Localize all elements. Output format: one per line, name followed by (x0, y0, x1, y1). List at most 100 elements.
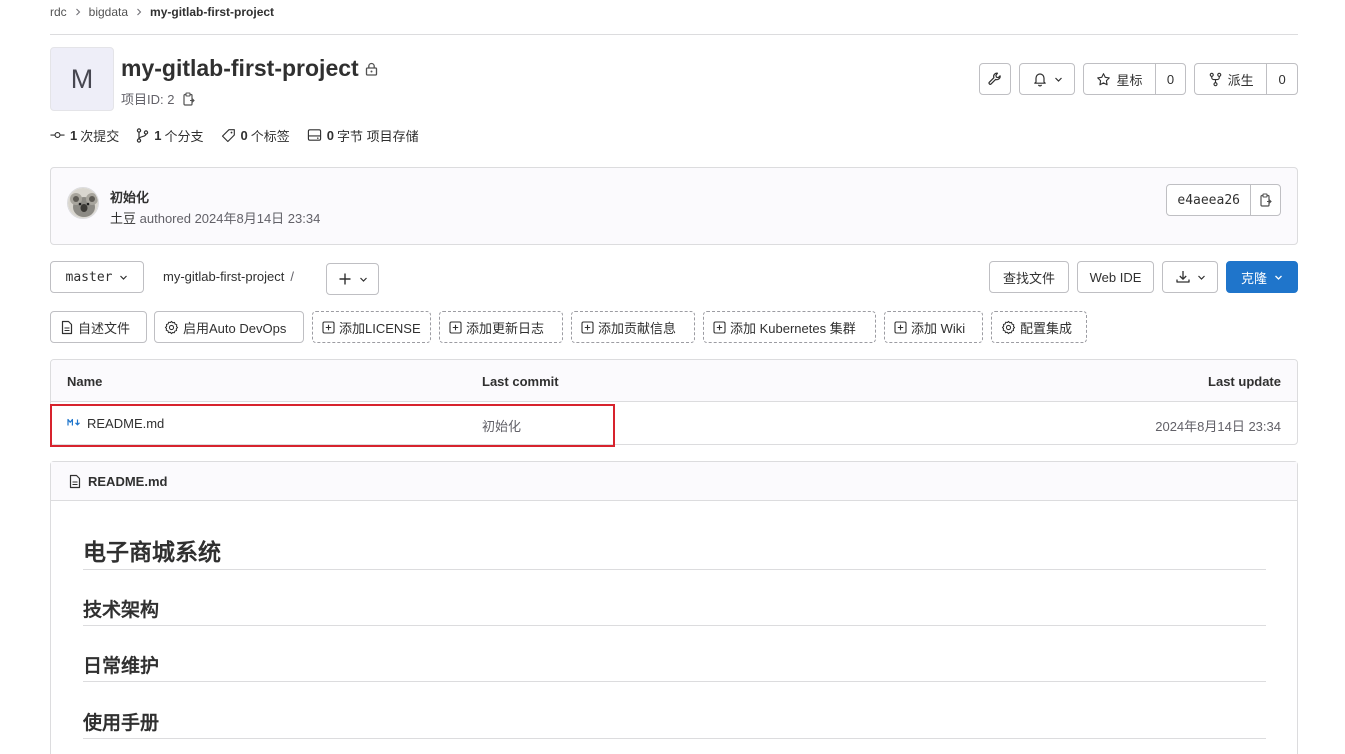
download-icon (1175, 269, 1191, 285)
commit-message[interactable]: 初始化 (110, 187, 149, 206)
copy-icon (1259, 193, 1272, 207)
readme-heading-3: 日常维护 (83, 651, 1266, 682)
table-row[interactable]: README.md 初始化 2024年8月14日 23:34 (51, 402, 1297, 444)
stat-tags[interactable]: 0 个标签 (221, 126, 290, 145)
commit-icon (50, 128, 70, 142)
fork-count[interactable]: 0 (1266, 64, 1297, 94)
file-icon (68, 474, 88, 489)
file-icon (60, 320, 78, 335)
readme-panel: README.md 电子商城系统 技术架构 日常维护 使用手册 (50, 461, 1298, 754)
chevron-down-icon (359, 275, 368, 284)
fork-icon (1208, 72, 1223, 87)
divider (50, 34, 1298, 35)
file-last-update: 2024年8月14日 23:34 (1155, 419, 1281, 434)
find-file-button[interactable]: 查找文件 (989, 261, 1069, 293)
project-id: 项目ID: 2 (121, 92, 175, 107)
readme-header: README.md (51, 462, 1297, 501)
web-ide-button[interactable]: Web IDE (1077, 261, 1154, 293)
plus-square-icon (322, 320, 339, 334)
clone-dropdown-button[interactable]: 克隆 (1226, 261, 1298, 293)
bell-icon (1032, 71, 1048, 87)
add-readme-button[interactable]: 自述文件 (50, 311, 147, 343)
lock-icon (365, 62, 378, 76)
project-title[interactable]: my-gitlab-first-project (121, 55, 359, 82)
project-title-row: my-gitlab-first-project (121, 55, 378, 82)
branch-icon (136, 127, 154, 143)
stat-branches[interactable]: 1 个分支 (136, 126, 204, 145)
project-id-row: 项目ID: 2 (121, 89, 196, 108)
breadcrumb-item-rdc[interactable]: rdc (50, 5, 67, 19)
column-header-name: Name (67, 374, 103, 389)
add-kubernetes-cluster-button[interactable]: 添加 Kubernetes 集群 (703, 311, 876, 343)
file-name-link[interactable]: README.md (87, 416, 164, 431)
download-dropdown-button[interactable] (1162, 261, 1218, 293)
add-changelog-button[interactable]: 添加更新日志 (439, 311, 563, 343)
add-wiki-button[interactable]: 添加 Wiki (884, 311, 983, 343)
last-commit-panel: 初始化 土豆 authored 2024年8月14日 23:34 e4aeea2… (50, 167, 1298, 245)
repo-path: my-gitlab-first-project / (163, 269, 294, 284)
chevron-down-icon (119, 273, 128, 282)
commit-sha[interactable]: e4aeea26 (1167, 185, 1250, 215)
plus-square-icon (894, 320, 911, 334)
commit-authored-date: authored 2024年8月14日 23:34 (139, 211, 321, 226)
star-icon (1096, 72, 1111, 87)
settings-icon (1001, 320, 1020, 335)
wrench-icon (987, 71, 1003, 87)
settings-button[interactable] (979, 63, 1011, 95)
fork-action[interactable]: 派生 (1195, 64, 1266, 94)
readme-heading-1: 电子商城系统 (83, 533, 1266, 570)
commit-meta: 土豆 authored 2024年8月14日 23:34 (110, 208, 320, 227)
column-header-last-update: Last update (1208, 374, 1281, 389)
copy-sha-button[interactable] (1250, 185, 1280, 215)
fork-button[interactable]: 派生 0 (1194, 63, 1298, 95)
star-label: 星标 (1116, 72, 1143, 88)
breadcrumb: rdc bigdata my-gitlab-first-project (50, 4, 274, 20)
chevron-right-icon (74, 8, 82, 16)
project-avatar-letter: M (70, 63, 94, 94)
fork-label: 派生 (1227, 72, 1254, 88)
breadcrumb-current[interactable]: my-gitlab-first-project (150, 5, 274, 19)
copy-icon[interactable] (182, 91, 196, 106)
commit-author[interactable]: 土豆 (110, 211, 136, 226)
chevron-right-icon (135, 8, 143, 16)
settings-icon (164, 320, 183, 335)
stat-commits[interactable]: 1 次提交 (50, 126, 119, 145)
table-header: Name Last commit Last update (51, 360, 1297, 402)
project-stats: 1 次提交 1 个分支 0 个标签 0 字节 项目存储 (50, 126, 436, 144)
clone-label: 克隆 (1240, 270, 1267, 286)
chevron-down-icon (1274, 273, 1283, 282)
plus-square-icon (581, 320, 598, 334)
plus-square-icon (713, 320, 730, 334)
file-table: Name Last commit Last update README.md 初… (50, 359, 1298, 445)
add-dropdown-button[interactable] (326, 263, 379, 295)
add-license-button[interactable]: 添加LICENSE (312, 311, 431, 343)
add-contributing-button[interactable]: 添加贡献信息 (571, 311, 695, 343)
readme-heading-4: 使用手册 (83, 708, 1266, 739)
repo-path-root[interactable]: my-gitlab-first-project (163, 269, 284, 284)
project-avatar[interactable]: M (50, 47, 114, 111)
branch-name: master (65, 269, 113, 285)
chevron-down-icon (1197, 273, 1206, 282)
branch-selector[interactable]: master (50, 261, 144, 293)
configure-integrations-button[interactable]: 配置集成 (991, 311, 1087, 343)
star-action[interactable]: 星标 (1084, 64, 1155, 94)
stat-storage[interactable]: 0 字节 项目存储 (307, 126, 419, 145)
readme-heading-2: 技术架构 (83, 595, 1266, 626)
breadcrumb-item-bigdata[interactable]: bigdata (89, 5, 128, 19)
markdown-icon (67, 417, 81, 428)
star-count[interactable]: 0 (1155, 64, 1185, 94)
commit-sha-group: e4aeea26 (1166, 184, 1281, 216)
plus-icon (338, 272, 352, 286)
notification-dropdown-button[interactable] (1019, 63, 1075, 95)
enable-auto-devops-button[interactable]: 启用Auto DevOps (154, 311, 304, 343)
star-button[interactable]: 星标 0 (1083, 63, 1186, 95)
column-header-last-commit: Last commit (482, 374, 559, 389)
avatar[interactable] (67, 187, 99, 219)
chevron-down-icon (1054, 75, 1063, 84)
path-separator: / (290, 269, 294, 284)
file-last-commit[interactable]: 初始化 (482, 416, 521, 435)
plus-square-icon (449, 320, 466, 334)
tag-icon (221, 128, 241, 143)
readme-filename[interactable]: README.md (88, 474, 167, 489)
storage-icon (307, 128, 327, 142)
